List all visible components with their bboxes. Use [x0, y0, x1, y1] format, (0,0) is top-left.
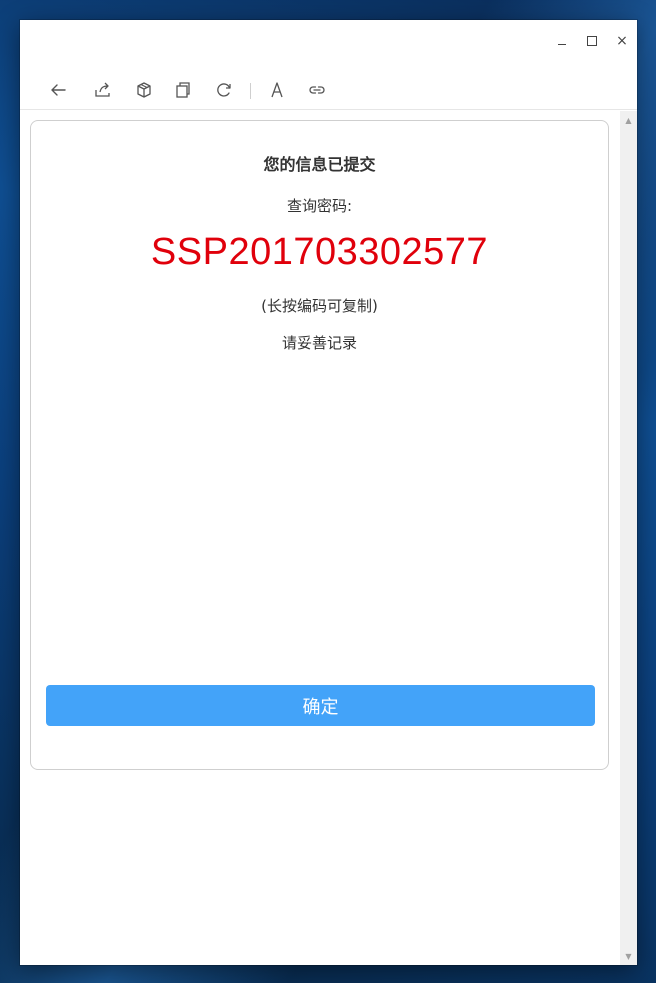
cube-icon: [137, 82, 151, 98]
maximize-button[interactable]: [577, 30, 607, 52]
page-content: 您的信息已提交 查询密码: SSP201703302577 (长按编码可复制) …: [20, 111, 620, 965]
cube-button[interactable]: [132, 78, 156, 102]
toolbar-divider: [250, 83, 251, 99]
copy-hint: (长按编码可复制): [261, 297, 378, 315]
toolbar: [20, 70, 637, 110]
minimize-icon: [558, 43, 566, 45]
password-code[interactable]: SSP201703302577: [31, 231, 608, 274]
copy-button[interactable]: [171, 78, 195, 102]
close-button[interactable]: ×: [607, 30, 637, 52]
font-icon: [271, 82, 283, 98]
share-icon: [95, 82, 110, 97]
password-label: 查询密码:: [286, 197, 353, 215]
back-arrow-icon: [51, 84, 66, 96]
refresh-button[interactable]: [212, 78, 236, 102]
browser-window: × 您的信息已提交 查询密码: SSP201703302577 (长按编码可复制…: [20, 20, 637, 965]
vertical-scrollbar[interactable]: ▲ ▼: [620, 111, 637, 965]
keep-note: 请妥善记录: [281, 334, 357, 352]
share-button[interactable]: [91, 78, 115, 102]
page-title: 您的信息已提交: [263, 155, 376, 174]
copy-icon: [176, 82, 190, 98]
back-button[interactable]: [46, 78, 70, 102]
refresh-icon: [217, 83, 231, 97]
font-button[interactable]: [265, 78, 289, 102]
link-button[interactable]: [305, 78, 329, 102]
submission-card: 您的信息已提交 查询密码: SSP201703302577 (长按编码可复制) …: [30, 120, 609, 770]
window-controls: ×: [547, 30, 637, 52]
scroll-up-icon[interactable]: ▲: [620, 113, 637, 127]
link-icon: [309, 86, 325, 94]
close-icon: ×: [616, 33, 628, 49]
confirm-button[interactable]: 确定: [46, 685, 595, 726]
minimize-button[interactable]: [547, 30, 577, 52]
maximize-icon: [587, 36, 597, 46]
scroll-down-icon[interactable]: ▼: [620, 949, 637, 963]
